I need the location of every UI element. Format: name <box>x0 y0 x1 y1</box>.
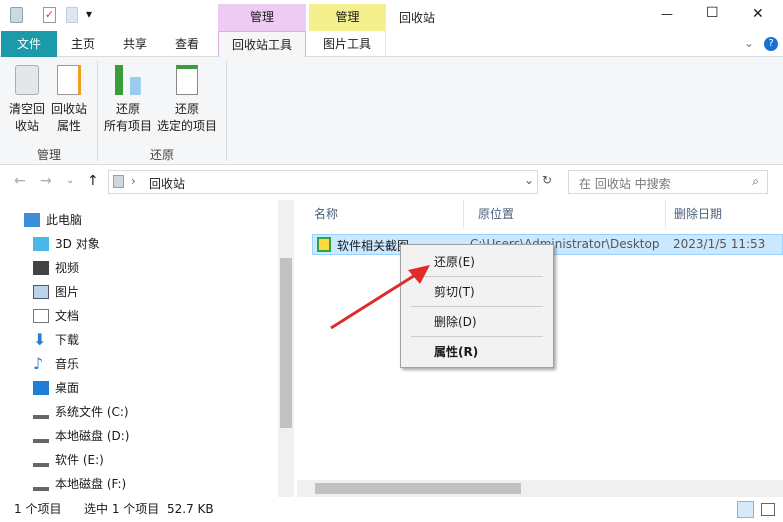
restore-all-icon <box>115 65 141 95</box>
computer-icon <box>24 213 40 227</box>
collapse-ribbon-icon[interactable]: ⌄ <box>744 36 754 50</box>
drive-icon <box>33 477 49 491</box>
divider <box>226 61 227 161</box>
properties-qat-icon[interactable]: ✓ <box>43 7 56 23</box>
nav-documents[interactable]: 文档 <box>33 304 79 328</box>
large-icons-view-button[interactable] <box>761 503 775 516</box>
file-delete-date: 2023/1/5 11:53 <box>673 237 766 251</box>
nav-3d-objects[interactable]: 3D 对象 <box>33 232 100 256</box>
selected-count: 选中 1 个项目 <box>84 502 160 516</box>
file-name: 软件相关截图 <box>337 239 410 253</box>
help-icon[interactable]: ? <box>764 37 778 51</box>
nav-scrollbar[interactable] <box>278 200 294 497</box>
menu-item-properties[interactable]: 属性(R) <box>434 343 478 360</box>
search-icon: ⌕ <box>752 174 759 188</box>
context-tab-manage-recycle[interactable]: 管理 <box>218 4 306 31</box>
address-bar[interactable]: › 回收站 ⌄ <box>108 170 538 194</box>
group-label-restore: 还原 <box>149 148 174 162</box>
column-header-date[interactable]: 删除日期 <box>666 200 766 228</box>
selected-size: 52.7 KB <box>167 502 214 516</box>
close-button[interactable]: ✕ <box>752 6 764 22</box>
picture-icon <box>33 285 49 299</box>
nav-pictures[interactable]: 图片 <box>33 280 79 304</box>
back-button[interactable]: ← <box>14 173 26 189</box>
tab-share[interactable]: 共享 <box>112 31 158 57</box>
nav-drive-f[interactable]: 本地磁盘 (F:) <box>33 472 126 496</box>
cube-icon <box>33 237 49 251</box>
tab-file[interactable]: 文件 <box>1 31 57 57</box>
item-count: 1 个项目 <box>14 502 62 516</box>
context-tab-manage-picture[interactable]: 管理 <box>309 4 386 31</box>
recycle-bin-small-icon <box>113 175 124 188</box>
content-hscrollbar-thumb[interactable] <box>315 483 521 494</box>
column-header-location[interactable]: 原位置 <box>464 200 666 228</box>
recycle-bin-properties-button[interactable]: 回收站 属性 <box>48 65 90 135</box>
drive-icon <box>33 429 49 443</box>
nav-downloads[interactable]: ⬇ 下载 <box>33 328 79 352</box>
forward-button[interactable]: → <box>40 173 52 189</box>
navigation-pane: 此电脑 3D 对象 视频 图片 文档 ⬇ 下载 ♪ 音乐 桌面 系统文件 (C:) … <box>0 200 295 497</box>
desktop-icon <box>33 381 49 395</box>
restore-selected-icon <box>176 65 198 95</box>
nav-drive-d[interactable]: 本地磁盘 (D:) <box>33 424 129 448</box>
nav-drive-e[interactable]: 软件 (E:) <box>33 448 104 472</box>
breadcrumb-chevron[interactable]: › <box>131 174 136 188</box>
up-button[interactable]: ↑ <box>87 173 99 189</box>
download-icon: ⬇ <box>33 330 47 349</box>
nav-drive-c[interactable]: 系统文件 (C:) <box>33 400 129 424</box>
properties-icon <box>57 65 81 95</box>
details-view-button[interactable] <box>737 501 754 518</box>
nav-videos[interactable]: 视频 <box>33 256 79 280</box>
film-icon <box>33 261 49 275</box>
music-icon: ♪ <box>33 354 44 373</box>
document-icon <box>33 309 49 323</box>
nav-music[interactable]: ♪ 音乐 <box>33 352 79 376</box>
window-title: 回收站 <box>399 11 436 25</box>
maximize-button[interactable]: ☐ <box>706 5 719 21</box>
tab-picture-tools[interactable]: 图片工具 <box>309 31 386 57</box>
group-label-manage: 管理 <box>36 148 61 162</box>
status-bar: 1 个项目 选中 1 个项目 52.7 KB <box>0 497 783 522</box>
nav-desktop[interactable]: 桌面 <box>33 376 79 400</box>
recent-dropdown[interactable]: ⌄ <box>66 175 74 186</box>
breadcrumb-recycle-bin[interactable]: 回收站 <box>149 175 185 192</box>
image-file-icon <box>317 237 331 252</box>
restore-all-button[interactable]: 还原 所有项目 <box>101 65 155 135</box>
tab-home[interactable]: 主页 <box>60 31 106 57</box>
search-input[interactable]: 在 回收站 中搜索 ⌕ <box>568 170 768 194</box>
refresh-button[interactable]: ↻ <box>542 173 552 187</box>
empty-bin-icon <box>15 65 39 95</box>
column-header-name[interactable]: 名称 <box>300 200 464 228</box>
title-bar: ✓ ▾ 管理 管理 回收站 — ☐ ✕ <box>0 0 783 31</box>
qat-dropdown[interactable]: ▾ <box>86 7 92 21</box>
red-annotation-arrow <box>330 265 430 330</box>
new-folder-qat-icon[interactable] <box>66 7 78 23</box>
recycle-bin-icon <box>10 7 23 23</box>
menu-item-cut[interactable]: 剪切(T) <box>434 283 475 300</box>
nav-scrollbar-thumb[interactable] <box>280 258 292 428</box>
address-dropdown[interactable]: ⌄ <box>524 173 534 187</box>
ribbon: 清空回 收站 回收站 属性 管理 还原 所有项目 还原 选定的项目 还原 <box>0 57 783 165</box>
tab-recycle-bin-tools[interactable]: 回收站工具 <box>218 31 306 58</box>
empty-recycle-bin-button[interactable]: 清空回 收站 <box>6 65 48 135</box>
menu-item-restore[interactable]: 还原(E) <box>434 253 475 270</box>
restore-selected-button[interactable]: 还原 选定的项目 <box>155 65 219 135</box>
content-hscrollbar[interactable] <box>297 480 783 497</box>
drive-icon <box>33 453 49 467</box>
nav-this-pc[interactable]: 此电脑 <box>24 208 82 232</box>
menu-separator <box>411 336 543 337</box>
tab-view[interactable]: 查看 <box>164 31 210 57</box>
system-drive-icon <box>33 405 49 419</box>
menu-item-delete[interactable]: 删除(D) <box>434 313 477 330</box>
minimize-button[interactable]: — <box>661 7 673 21</box>
